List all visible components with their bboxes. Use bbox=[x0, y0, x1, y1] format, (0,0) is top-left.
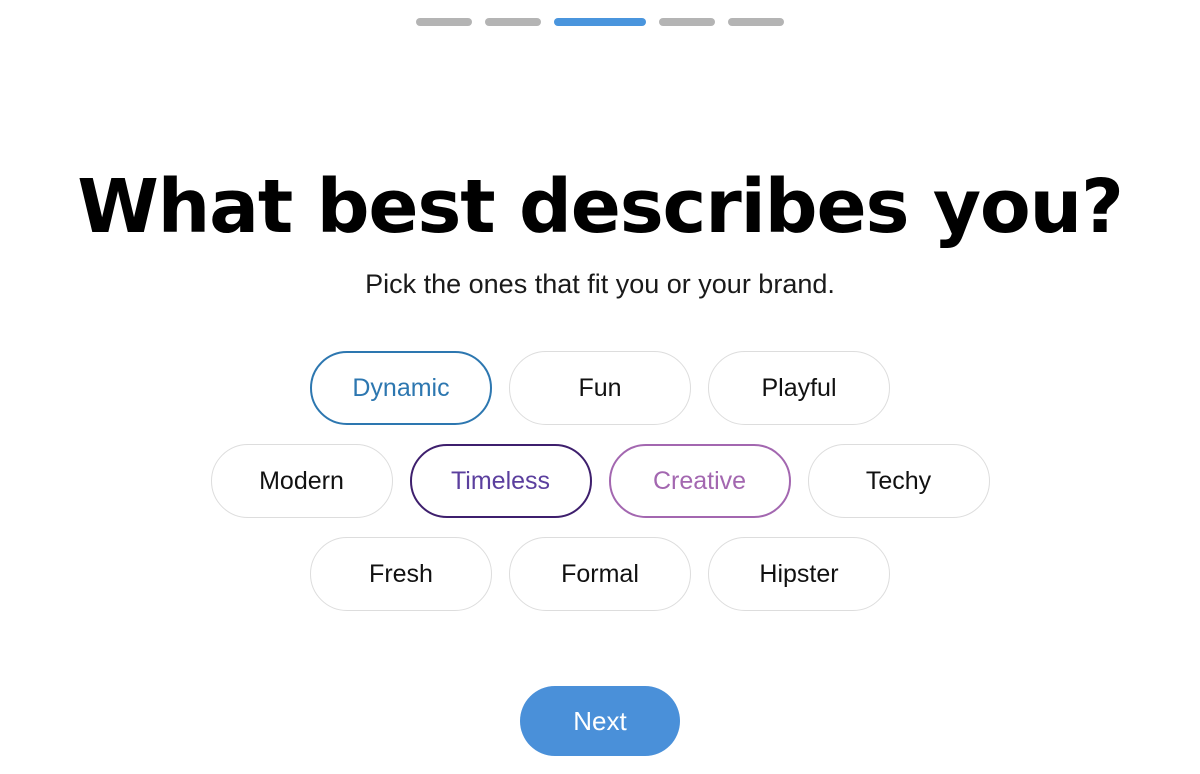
option-chip-timeless[interactable]: Timeless bbox=[409, 444, 592, 518]
option-chip-group: Dynamic Fun Playful Modern Timeless Creative T… bbox=[0, 351, 1200, 611]
option-chip-modern[interactable]: Modern bbox=[210, 444, 393, 518]
progress-indicator bbox=[0, 0, 1200, 44]
progress-step-1[interactable] bbox=[416, 18, 472, 26]
option-chip-fresh[interactable]: Fresh bbox=[310, 537, 492, 611]
progress-step-2[interactable] bbox=[485, 18, 541, 26]
option-row-3: Fresh Formal Hipster bbox=[310, 537, 890, 611]
progress-step-5[interactable] bbox=[728, 18, 784, 26]
progress-step-3[interactable] bbox=[554, 18, 646, 26]
option-chip-techy[interactable]: Techy bbox=[807, 444, 990, 518]
footer-actions: Next bbox=[0, 686, 1200, 756]
progress-step-4[interactable] bbox=[659, 18, 715, 26]
page-title: What best describes you? bbox=[77, 163, 1124, 250]
option-chip-hipster[interactable]: Hipster bbox=[708, 537, 890, 611]
option-chip-formal[interactable]: Formal bbox=[509, 537, 691, 611]
option-row-2: Modern Timeless Creative Techy bbox=[210, 444, 990, 518]
option-chip-fun[interactable]: Fun bbox=[509, 351, 691, 425]
next-button[interactable]: Next bbox=[520, 686, 680, 756]
option-row-1: Dynamic Fun Playful bbox=[310, 351, 890, 425]
option-chip-creative[interactable]: Creative bbox=[608, 444, 791, 518]
option-chip-dynamic[interactable]: Dynamic bbox=[310, 351, 492, 425]
option-chip-playful[interactable]: Playful bbox=[708, 351, 890, 425]
page-subtitle: Pick the ones that fit you or your brand… bbox=[365, 269, 835, 299]
